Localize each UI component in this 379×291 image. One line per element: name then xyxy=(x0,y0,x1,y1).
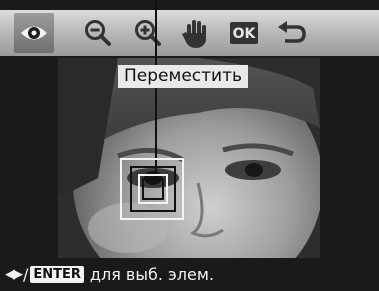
hand-move-icon xyxy=(181,17,211,49)
return-button[interactable] xyxy=(272,13,312,53)
eye-icon xyxy=(19,22,49,44)
view-button[interactable] xyxy=(14,13,54,53)
move-mode-label: Переместить xyxy=(118,65,248,88)
hint-separator: / xyxy=(23,265,29,284)
left-right-arrows-icon: ◀▶ xyxy=(5,267,23,282)
svg-text:OK: OK xyxy=(233,26,257,42)
ok-icon: OK xyxy=(229,21,259,45)
zoom-out-button[interactable] xyxy=(78,13,118,53)
hint-bar: ◀▶ / ENTER для выб. элем. xyxy=(0,258,379,291)
photo-preview xyxy=(58,58,320,258)
zoom-area-center-frame xyxy=(142,178,164,200)
toolbar: OK xyxy=(0,10,379,56)
enter-key-icon: ENTER xyxy=(30,266,84,283)
lcd-screen: OK Переместить ◀▶ / ENTER для выб. элем. xyxy=(0,0,379,291)
zoom-out-icon xyxy=(83,18,113,48)
callout-pointer-line xyxy=(155,0,157,178)
hint-text: для выб. элем. xyxy=(89,265,215,284)
zoom-in-icon xyxy=(133,18,163,48)
child-face-photo xyxy=(58,58,320,258)
return-icon xyxy=(277,19,307,47)
zoom-in-button[interactable] xyxy=(128,13,168,53)
ok-button[interactable]: OK xyxy=(224,13,264,53)
move-button[interactable] xyxy=(176,13,216,53)
